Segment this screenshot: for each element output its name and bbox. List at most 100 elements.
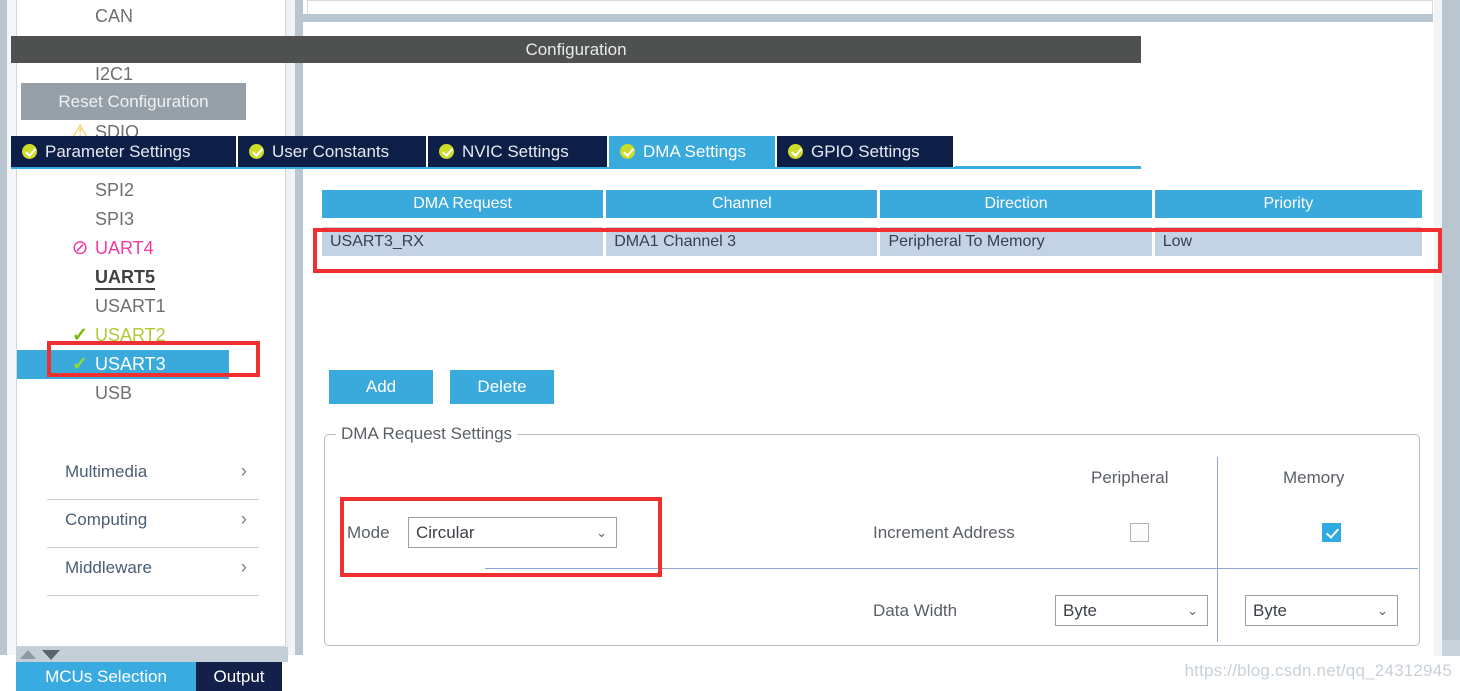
no-icon [69, 263, 91, 292]
tab-nvic-settings[interactable]: NVIC Settings [428, 136, 609, 167]
check-circle-icon [22, 144, 37, 159]
data-width-peripheral-value: Byte [1063, 601, 1098, 620]
peripheral-item-label: I2C1 [95, 64, 134, 84]
table-cell: USART3_RX [322, 227, 604, 256]
no-entry-icon: ⊘ [71, 237, 89, 259]
splitter-down-arrow-icon[interactable] [42, 650, 60, 660]
scrollbar-end-cap[interactable] [1442, 640, 1460, 656]
check-circle-icon [620, 144, 635, 159]
table-header-cell[interactable]: Priority [1154, 190, 1422, 218]
sidebar-category-list: Multimedia › Computing › Middleware › [47, 452, 259, 596]
chevron-right-icon: › [240, 461, 247, 482]
table-cell: Low [1154, 227, 1422, 256]
increment-address-memory-checkbox[interactable] [1322, 523, 1341, 542]
delete-button[interactable]: Delete [450, 370, 554, 404]
table-cell: Peripheral To Memory [880, 227, 1152, 256]
peripheral-item-spi2[interactable]: SPI2 [17, 176, 285, 205]
row-divider-right [1218, 568, 1418, 569]
check-circle-icon [439, 144, 454, 159]
peripheral-item-can[interactable]: CAN [17, 2, 285, 31]
watermark-text: https://blog.csdn.net/qq_24312945 [1184, 661, 1452, 680]
table-header-cell[interactable]: DMA Request [322, 190, 604, 218]
tab-label: NVIC Settings [462, 142, 569, 161]
sidebar-category-label: Computing [65, 510, 148, 529]
dma-table-header-row: DMA Request Channel Direction Priority [322, 190, 1422, 218]
settings-tab-strip: Parameter Settings User Constants NVIC Set… [11, 136, 1141, 169]
table-header-cell[interactable]: Direction [880, 190, 1152, 218]
peripheral-item-uart4[interactable]: ⊘ UART4 [17, 234, 285, 263]
tab-label: User Constants [272, 142, 390, 161]
chevron-right-icon: › [240, 557, 247, 578]
sidebar-splitter[interactable] [16, 647, 288, 662]
check-circle-icon [788, 144, 803, 159]
data-width-memory-value: Byte [1253, 601, 1288, 620]
peripheral-item-label: SPI2 [95, 180, 135, 200]
peripheral-item-label: USART3 [95, 354, 166, 374]
sidebar-category-middleware[interactable]: Middleware › [47, 548, 259, 596]
peripheral-item-usart3[interactable]: ✓ USART3 [17, 350, 229, 379]
peripheral-item-label: UART5 [95, 267, 156, 290]
tab-gpio-settings[interactable]: GPIO Settings [777, 136, 955, 167]
memory-column-header: Memory [1283, 468, 1345, 487]
increment-address-peripheral-checkbox[interactable] [1130, 523, 1149, 542]
pane-top-inner [307, 0, 1433, 14]
table-header-cell[interactable]: Channel [606, 190, 878, 218]
no-icon [69, 292, 91, 321]
vertical-scrollbar-track[interactable] [1434, 0, 1442, 656]
sidebar-category-multimedia[interactable]: Multimedia › [47, 452, 259, 500]
column-divider [1217, 457, 1218, 642]
table-row[interactable]: USART3_RX DMA1 Channel 3 Peripheral To Mem… [322, 227, 1422, 256]
peripheral-item-label: USB [95, 383, 133, 403]
sidebar-category-label: Middleware [65, 558, 152, 577]
no-icon [69, 379, 91, 408]
check-icon: ✓ [72, 325, 88, 346]
sidebar-category-computing[interactable]: Computing › [47, 500, 259, 548]
tab-user-constants[interactable]: User Constants [238, 136, 428, 167]
row-divider-left [485, 568, 1219, 569]
tab-output[interactable]: Output [196, 662, 282, 691]
application-window: CANFSMCI2C1I2C2⚠SDIOSPI1SPI2SPI3⊘UART4UA… [0, 0, 1460, 691]
peripheral-item-spi3[interactable]: SPI3 [17, 205, 285, 234]
mode-label: Mode [347, 523, 390, 542]
tab-label: Parameter Settings [45, 142, 191, 161]
tab-mcus-selection[interactable]: MCUs Selection [16, 662, 196, 691]
dma-request-table: DMA Request Channel Direction Priority USAR… [322, 190, 1422, 256]
mode-select-value: Circular [416, 523, 475, 542]
tab-parameter-settings[interactable]: Parameter Settings [11, 136, 238, 167]
no-icon [69, 176, 91, 205]
configuration-title-bar: Configuration [11, 36, 1141, 63]
chevron-down-icon: ⌄ [596, 525, 607, 540]
pane-top-border [303, 0, 1433, 22]
peripheral-item-usb[interactable]: USB [17, 379, 285, 408]
table-cell: DMA1 Channel 3 [606, 227, 878, 256]
peripheral-item-label: USART1 [95, 296, 166, 316]
peripheral-item-label: USART2 [95, 325, 166, 345]
no-icon [69, 2, 91, 31]
chevron-down-icon: ⌄ [1377, 603, 1388, 618]
sidebar-left-gutter [7, 0, 16, 655]
peripheral-item-label: SPI3 [95, 209, 135, 229]
tab-label: DMA Settings [643, 142, 746, 161]
chevron-right-icon: › [240, 509, 247, 530]
reset-configuration-button[interactable]: Reset Configuration [21, 83, 246, 120]
window-right-rail [1442, 0, 1460, 656]
peripheral-item-label: UART4 [95, 238, 154, 258]
no-icon [69, 205, 91, 234]
sidebar-right-rail [295, 0, 303, 655]
data-width-label: Data Width [873, 601, 958, 620]
peripheral-item-usart1[interactable]: USART1 [17, 292, 285, 321]
data-width-memory-select[interactable]: Byte ⌄ [1245, 595, 1398, 626]
add-button[interactable]: Add [329, 370, 433, 404]
peripheral-item-usart2[interactable]: ✓ USART2 [17, 321, 285, 350]
check-icon: ✓ [72, 354, 88, 375]
mode-select[interactable]: Circular ⌄ [408, 517, 617, 548]
chevron-down-icon: ⌄ [1187, 603, 1198, 618]
peripheral-item-label: CAN [95, 6, 134, 26]
data-width-peripheral-select[interactable]: Byte ⌄ [1055, 595, 1208, 626]
peripheral-item-uart5[interactable]: UART5 [17, 263, 285, 292]
dma-request-settings-group: DMA Request Settings Peripheral Memory M… [324, 424, 1420, 646]
splitter-up-arrow-icon[interactable] [20, 650, 36, 659]
tab-dma-settings[interactable]: DMA Settings [609, 136, 777, 167]
check-circle-icon [249, 144, 264, 159]
increment-address-label: Increment Address [873, 523, 1015, 542]
